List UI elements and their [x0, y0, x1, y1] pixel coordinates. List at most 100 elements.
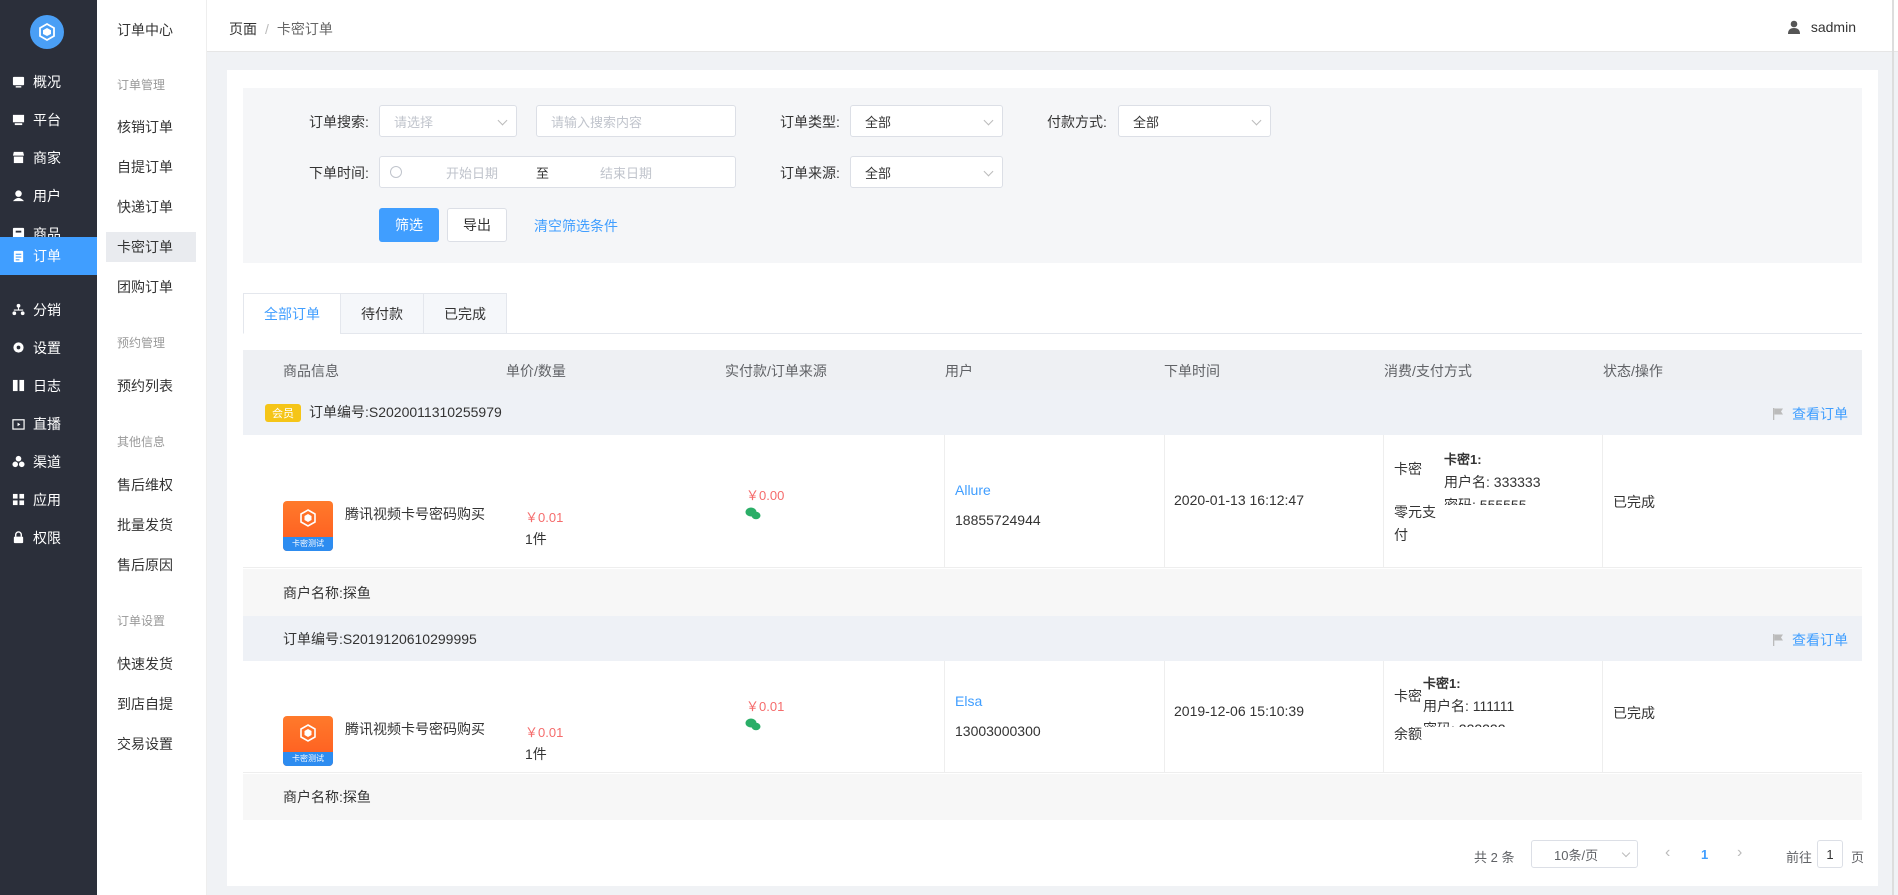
chevron-down-icon [983, 166, 994, 177]
chevron-down-icon [497, 115, 508, 126]
subnav-item-card-order[interactable]: 卡密订单 [106, 232, 196, 262]
nav-item-live[interactable]: 直播 [0, 405, 97, 442]
top-bar: 页面 / 卡密订单 sadmin [207, 0, 1898, 52]
order-time-label: 下单时间: [309, 165, 369, 181]
card-password: 密码: 222222 [1423, 719, 1506, 727]
status-text: 已完成 [1613, 494, 1655, 510]
prev-page-icon[interactable]: ‹ [1665, 844, 1670, 862]
nav-item-apps[interactable]: 应用 [0, 481, 97, 518]
tab-all-orders[interactable]: 全部订单 [243, 293, 341, 334]
logo-icon[interactable] [30, 15, 64, 49]
column-header: 下单时间 [1164, 363, 1220, 379]
order-type-select[interactable]: 全部 [850, 105, 1003, 137]
subnav-item-pickup-order[interactable]: 自提订单 [106, 152, 196, 182]
chevron-down-icon [1251, 115, 1262, 126]
column-header: 实付款/订单来源 [725, 363, 827, 379]
card-title: 卡密1: [1444, 452, 1482, 467]
consume-cell: 卡密 零元支付 卡密1: 用户名: 333333 密码: 555555 [1384, 435, 1603, 567]
pagination-total: 共 2 条 [1474, 850, 1515, 865]
page-size-value: 10条/页 [1554, 847, 1599, 863]
user-name-link[interactable]: Elsa [955, 693, 982, 709]
flag-icon [1773, 408, 1783, 420]
tab-pending-payment[interactable]: 待付款 [340, 293, 424, 334]
start-date-input[interactable]: 开始日期 [446, 163, 536, 182]
subnav-group-label: 预约管理 [117, 336, 166, 350]
nav-item-dashboard[interactable]: 概况 [0, 63, 97, 100]
export-button[interactable]: 导出 [447, 208, 507, 242]
nav-item-channel[interactable]: 渠道 [0, 443, 97, 480]
live-icon [11, 417, 25, 431]
user-menu[interactable]: sadmin [1787, 19, 1856, 35]
subnav-item-store-pickup[interactable]: 到店自提 [106, 689, 196, 719]
view-order-link[interactable]: 查看订单 [1772, 404, 1848, 424]
table-row: 卡密测试 腾讯视频卡号密码购买 ￥0.01 1件 ￥0.01 Elsa 1300… [243, 661, 1862, 773]
pay-method: 零元支付 [1394, 504, 1436, 543]
page-number-current[interactable]: 1 [1701, 847, 1708, 862]
main-panel: 订单搜索: 请选择 请输入搜索内容 订单类型: 全部 付款方式: 全部 下单时间… [227, 70, 1878, 886]
chevron-down-icon [1621, 848, 1631, 858]
tab-completed[interactable]: 已完成 [423, 293, 507, 334]
page-unit: 页 [1851, 850, 1865, 865]
distribution-icon [11, 303, 25, 317]
nav-item-order[interactable]: 订单 [0, 237, 97, 275]
subnav-item-quick-ship[interactable]: 快速发货 [106, 649, 196, 679]
breadcrumb-home[interactable]: 页面 [229, 21, 257, 37]
column-header: 状态/操作 [1603, 363, 1663, 379]
nav-item-label: 分销 [33, 301, 61, 318]
subnav-item-express-order[interactable]: 快递订单 [106, 192, 196, 222]
subnav-item-trade-settings[interactable]: 交易设置 [106, 729, 196, 759]
next-page-icon[interactable]: › [1737, 844, 1742, 862]
card-username: 用户名: 333333 [1444, 474, 1541, 490]
subnav-item-group-order[interactable]: 团购订单 [106, 272, 196, 302]
subnav-item-aftersale[interactable]: 售后维权 [106, 470, 196, 500]
search-field-placeholder: 请选择 [394, 114, 434, 130]
search-input[interactable]: 请输入搜索内容 [536, 105, 736, 137]
subnav-item-aftersale-reason[interactable]: 售后原因 [106, 550, 196, 580]
subnav-item-verify-order[interactable]: 核销订单 [106, 112, 196, 142]
page-scrollbar[interactable] [1892, 0, 1894, 895]
order-header: 订单编号:S2019120610299995 查看订单 [243, 616, 1862, 661]
order-source-select[interactable]: 全部 [850, 156, 1003, 188]
nav-item-distribution[interactable]: 分销 [0, 291, 97, 328]
order-number: 会员 订单编号:S2020011310255979 [265, 402, 502, 422]
status-cell: 已完成 [1603, 435, 1862, 567]
status-text: 已完成 [1613, 705, 1655, 721]
filter-panel: 订单搜索: 请选择 请输入搜索内容 订单类型: 全部 付款方式: 全部 下单时间… [243, 88, 1862, 263]
user-cell: Allure 18855724944 [945, 435, 1165, 567]
date-range-picker[interactable]: 开始日期 至 结束日期 [379, 156, 736, 188]
order-source-label: 订单来源: [780, 165, 840, 181]
secondary-sidebar: 订单中心 订单管理 核销订单 自提订单 快递订单 卡密订单 团购订单 预约管理 … [97, 0, 207, 895]
end-date-input[interactable]: 结束日期 [600, 163, 652, 182]
nav-item-log[interactable]: 日志 [0, 367, 97, 404]
time-cell: 2020-01-13 16:12:47 [1165, 435, 1384, 567]
dashboard-icon [11, 75, 25, 89]
member-badge: 会员 [265, 404, 301, 422]
pay-method-value: 全部 [1133, 114, 1160, 130]
order-type-label: 订单类型: [780, 114, 840, 130]
view-order-link[interactable]: 查看订单 [1772, 630, 1848, 650]
nav-item-merchant[interactable]: 商家 [0, 139, 97, 176]
filter-button[interactable]: 筛选 [379, 208, 439, 242]
subnav-item-batch-ship[interactable]: 批量发货 [106, 510, 196, 540]
column-header: 商品信息 [283, 363, 339, 379]
search-field-select[interactable]: 请选择 [379, 105, 517, 137]
user-cell: Elsa 13003000300 [945, 661, 1165, 772]
page-size-select[interactable]: 10条/页 [1531, 840, 1638, 868]
pay-method-select[interactable]: 全部 [1118, 105, 1271, 137]
nav-item-permission[interactable]: 权限 [0, 519, 97, 556]
nav-item-user[interactable]: 用户 [0, 177, 97, 214]
card-info: 卡密1: 用户名: 111111 密码: 222222 [1423, 673, 1573, 727]
user-name-link[interactable]: Allure [955, 482, 991, 498]
username: sadmin [1810, 19, 1856, 35]
nav-item-platform[interactable]: 平台 [0, 101, 97, 138]
search-input-placeholder: 请输入搜索内容 [551, 114, 643, 130]
nav-item-label: 直播 [33, 415, 61, 432]
nav-item-settings[interactable]: 设置 [0, 329, 97, 366]
search-label: 订单搜索: [309, 114, 369, 130]
goto-page-input[interactable]: 1 [1817, 840, 1843, 868]
subnav-item-booking-list[interactable]: 预约列表 [106, 371, 196, 401]
clear-filters-link[interactable]: 清空筛选条件 [534, 216, 618, 236]
gear-icon [11, 341, 25, 355]
nav-item-label: 概况 [33, 73, 61, 90]
subnav-group-label: 订单管理 [117, 78, 166, 92]
